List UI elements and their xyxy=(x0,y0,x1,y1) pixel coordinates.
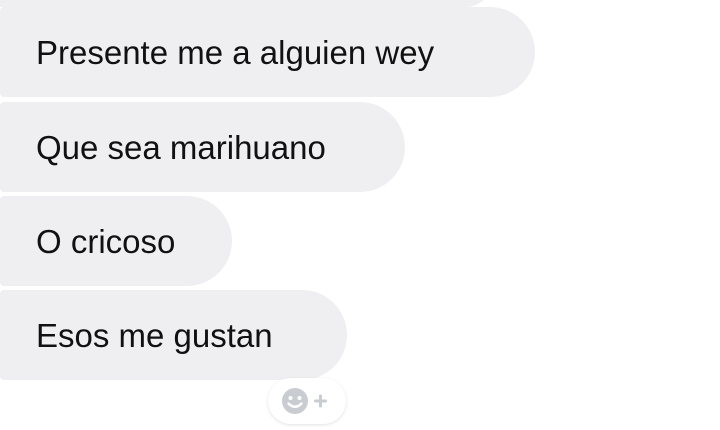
smiley-add-icon xyxy=(279,385,335,417)
previous-message-bubble[interactable] xyxy=(0,0,492,7)
message-text: Que sea marihuano xyxy=(36,128,326,166)
message-bubble[interactable]: Que sea marihuano xyxy=(0,102,405,192)
message-text: Esos me gustan xyxy=(36,316,273,354)
message-bubble[interactable]: Esos me gustan xyxy=(0,290,347,380)
message-text: Presente me a alguien wey xyxy=(36,33,435,71)
message-bubble[interactable]: Presente me a alguien wey xyxy=(0,7,535,97)
message-text: O cricoso xyxy=(36,222,176,260)
chat-area: Presente me a alguien wey Que sea marihu… xyxy=(0,0,720,430)
add-reaction-button[interactable] xyxy=(268,378,346,424)
message-bubble[interactable]: O cricoso xyxy=(0,196,232,286)
